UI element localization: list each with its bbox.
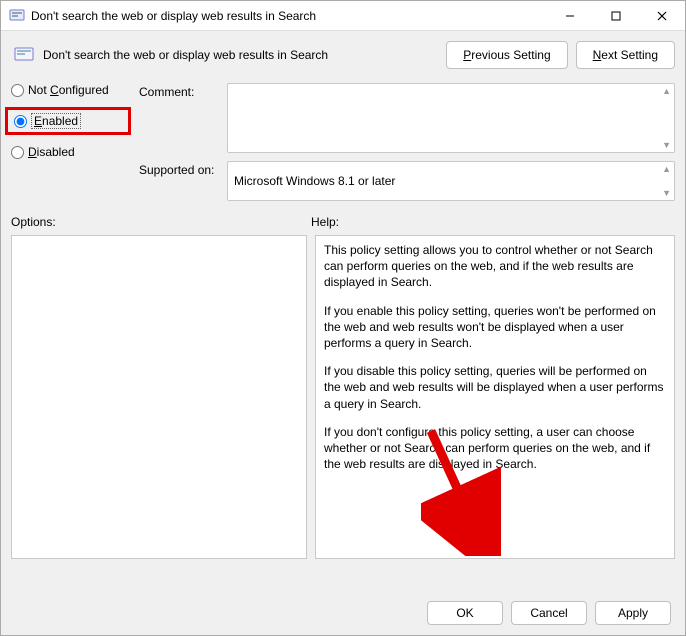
supported-on-label: Supported on: bbox=[139, 161, 219, 201]
minimize-button[interactable] bbox=[547, 1, 593, 31]
scroll-down-icon: ▼ bbox=[662, 140, 671, 150]
scroll-up-icon: ▲ bbox=[662, 164, 671, 174]
comment-label: Comment: bbox=[139, 83, 219, 153]
footer-buttons: OK Cancel Apply bbox=[11, 591, 675, 635]
ok-button[interactable]: OK bbox=[427, 601, 503, 625]
radio-not-configured-label: Not Configured bbox=[28, 83, 109, 97]
comment-textarea[interactable]: ▲ ▼ bbox=[227, 83, 675, 153]
help-label: Help: bbox=[311, 215, 339, 229]
state-radios: Not Configured Enabled Disabled bbox=[11, 83, 131, 201]
help-paragraph: If you disable this policy setting, quer… bbox=[324, 363, 666, 412]
radio-not-configured[interactable]: Not Configured bbox=[11, 83, 131, 97]
help-panel[interactable]: This policy setting allows you to contro… bbox=[315, 235, 675, 559]
scroll-up-icon: ▲ bbox=[662, 86, 671, 96]
maximize-button[interactable] bbox=[593, 1, 639, 31]
options-label: Options: bbox=[11, 215, 311, 229]
supported-on-field: Microsoft Windows 8.1 or later ▲ ▼ bbox=[227, 161, 675, 201]
radio-disabled[interactable]: Disabled bbox=[11, 145, 131, 159]
radio-enabled-label: Enabled bbox=[31, 113, 81, 129]
apply-button[interactable]: Apply bbox=[595, 601, 671, 625]
close-button[interactable] bbox=[639, 1, 685, 31]
help-paragraph: If you don't configure this policy setti… bbox=[324, 424, 666, 473]
panels-row: This policy setting allows you to contro… bbox=[11, 235, 675, 591]
help-paragraph: This policy setting allows you to contro… bbox=[324, 242, 666, 291]
titlebar: Don't search the web or display web resu… bbox=[1, 1, 685, 31]
enabled-highlight: Enabled bbox=[5, 107, 131, 135]
next-setting-button[interactable]: Next Setting bbox=[576, 41, 675, 69]
next-rest: ext Setting bbox=[601, 48, 658, 62]
settings-grid: Not Configured Enabled Disabled Comment:… bbox=[11, 83, 675, 201]
content-area: Don't search the web or display web resu… bbox=[1, 31, 685, 635]
supported-on-text: Microsoft Windows 8.1 or later bbox=[234, 174, 395, 188]
policy-editor-window: Don't search the web or display web resu… bbox=[0, 0, 686, 636]
radio-enabled-input[interactable] bbox=[14, 115, 27, 128]
options-panel[interactable] bbox=[11, 235, 307, 559]
help-paragraph: If you enable this policy setting, queri… bbox=[324, 303, 666, 352]
policy-header-icon bbox=[11, 42, 37, 68]
scroll-down-icon: ▼ bbox=[662, 188, 671, 198]
radio-disabled-label: Disabled bbox=[28, 145, 75, 159]
previous-setting-button[interactable]: Previous Setting bbox=[446, 41, 567, 69]
cancel-button[interactable]: Cancel bbox=[511, 601, 587, 625]
prev-rest: revious Setting bbox=[471, 48, 550, 62]
header-title: Don't search the web or display web resu… bbox=[43, 48, 438, 62]
policy-icon bbox=[9, 8, 25, 24]
window-title: Don't search the web or display web resu… bbox=[31, 9, 547, 23]
radio-enabled[interactable]: Enabled bbox=[14, 113, 81, 129]
radio-disabled-input[interactable] bbox=[11, 146, 24, 159]
radio-not-configured-input[interactable] bbox=[11, 84, 24, 97]
panel-labels: Options: Help: bbox=[11, 215, 675, 229]
header-row: Don't search the web or display web resu… bbox=[11, 41, 675, 69]
